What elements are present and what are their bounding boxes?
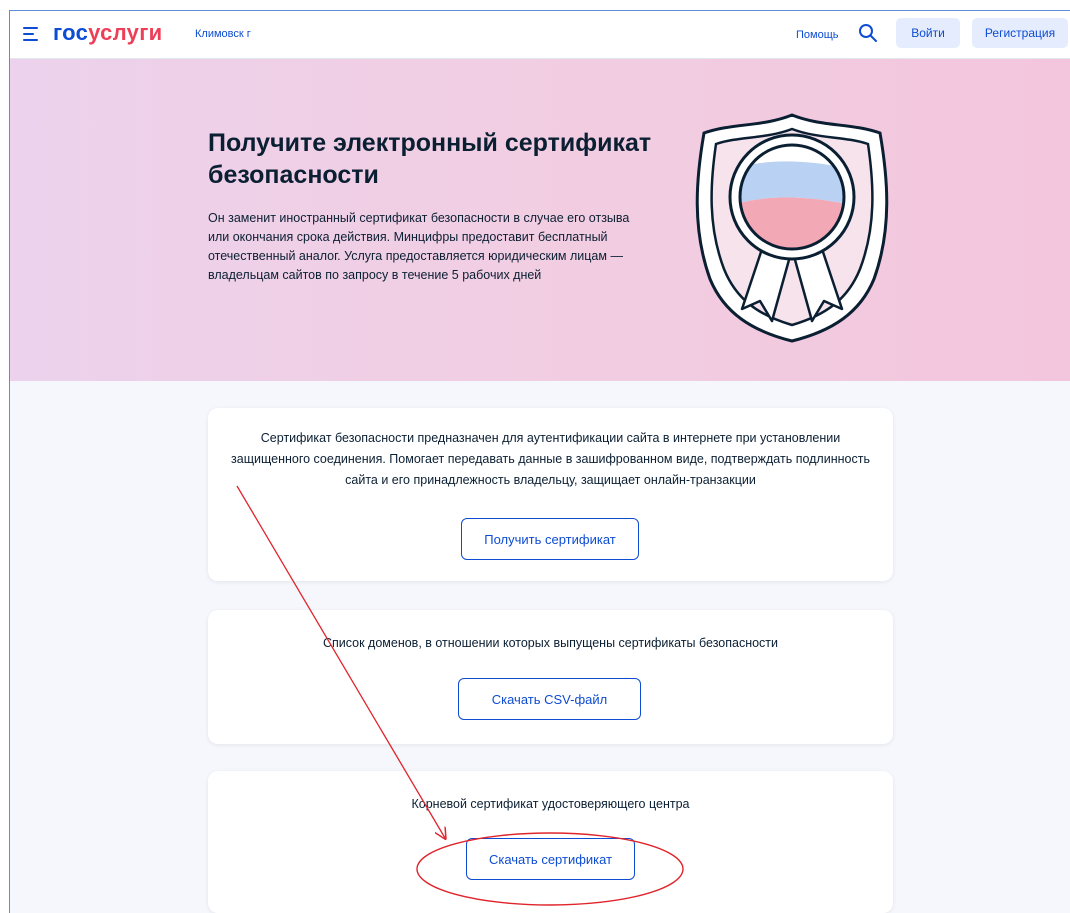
download-csv-button[interactable]: Скачать CSV-файл bbox=[458, 678, 641, 720]
register-button[interactable]: Регистрация bbox=[972, 18, 1068, 48]
logo-part-gos: гос bbox=[53, 20, 89, 45]
site-header: госуслуги Климовск г Помощь Войти Регист… bbox=[10, 11, 1070, 59]
card-description: Сертификат безопасности предназначен для… bbox=[231, 431, 870, 487]
gosuslugi-logo[interactable]: госуслуги bbox=[53, 21, 163, 45]
get-certificate-card: Сертификат безопасности предназначен для… bbox=[208, 408, 893, 581]
card-description: Корневой сертификат удостоверяющего цент… bbox=[411, 797, 690, 811]
card-description: Список доменов, в отношении которых выпу… bbox=[322, 636, 779, 650]
download-certificate-button[interactable]: Скачать сертификат bbox=[466, 838, 635, 880]
hero-banner: Получите электронный сертификат безопасн… bbox=[10, 59, 1070, 381]
burger-menu-icon[interactable] bbox=[23, 27, 38, 41]
get-certificate-button[interactable]: Получить сертификат bbox=[461, 518, 639, 560]
certificate-medal-icon bbox=[695, 113, 889, 343]
domains-list-card: Список доменов, в отношении которых выпу… bbox=[208, 610, 893, 744]
root-certificate-card: Корневой сертификат удостоверяющего цент… bbox=[208, 771, 893, 913]
browser-viewport: госуслуги Климовск г Помощь Войти Регист… bbox=[9, 10, 1070, 913]
page-title: Получите электронный сертификат безопасн… bbox=[208, 129, 652, 189]
logo-part-uslugi: услуги bbox=[88, 20, 163, 45]
hero-description: Он заменит иностранный сертификат безопа… bbox=[208, 211, 630, 282]
location-link[interactable]: Климовск г bbox=[195, 28, 251, 40]
login-button[interactable]: Войти bbox=[896, 18, 960, 48]
search-icon[interactable] bbox=[858, 23, 878, 43]
help-link[interactable]: Помощь bbox=[796, 29, 839, 41]
